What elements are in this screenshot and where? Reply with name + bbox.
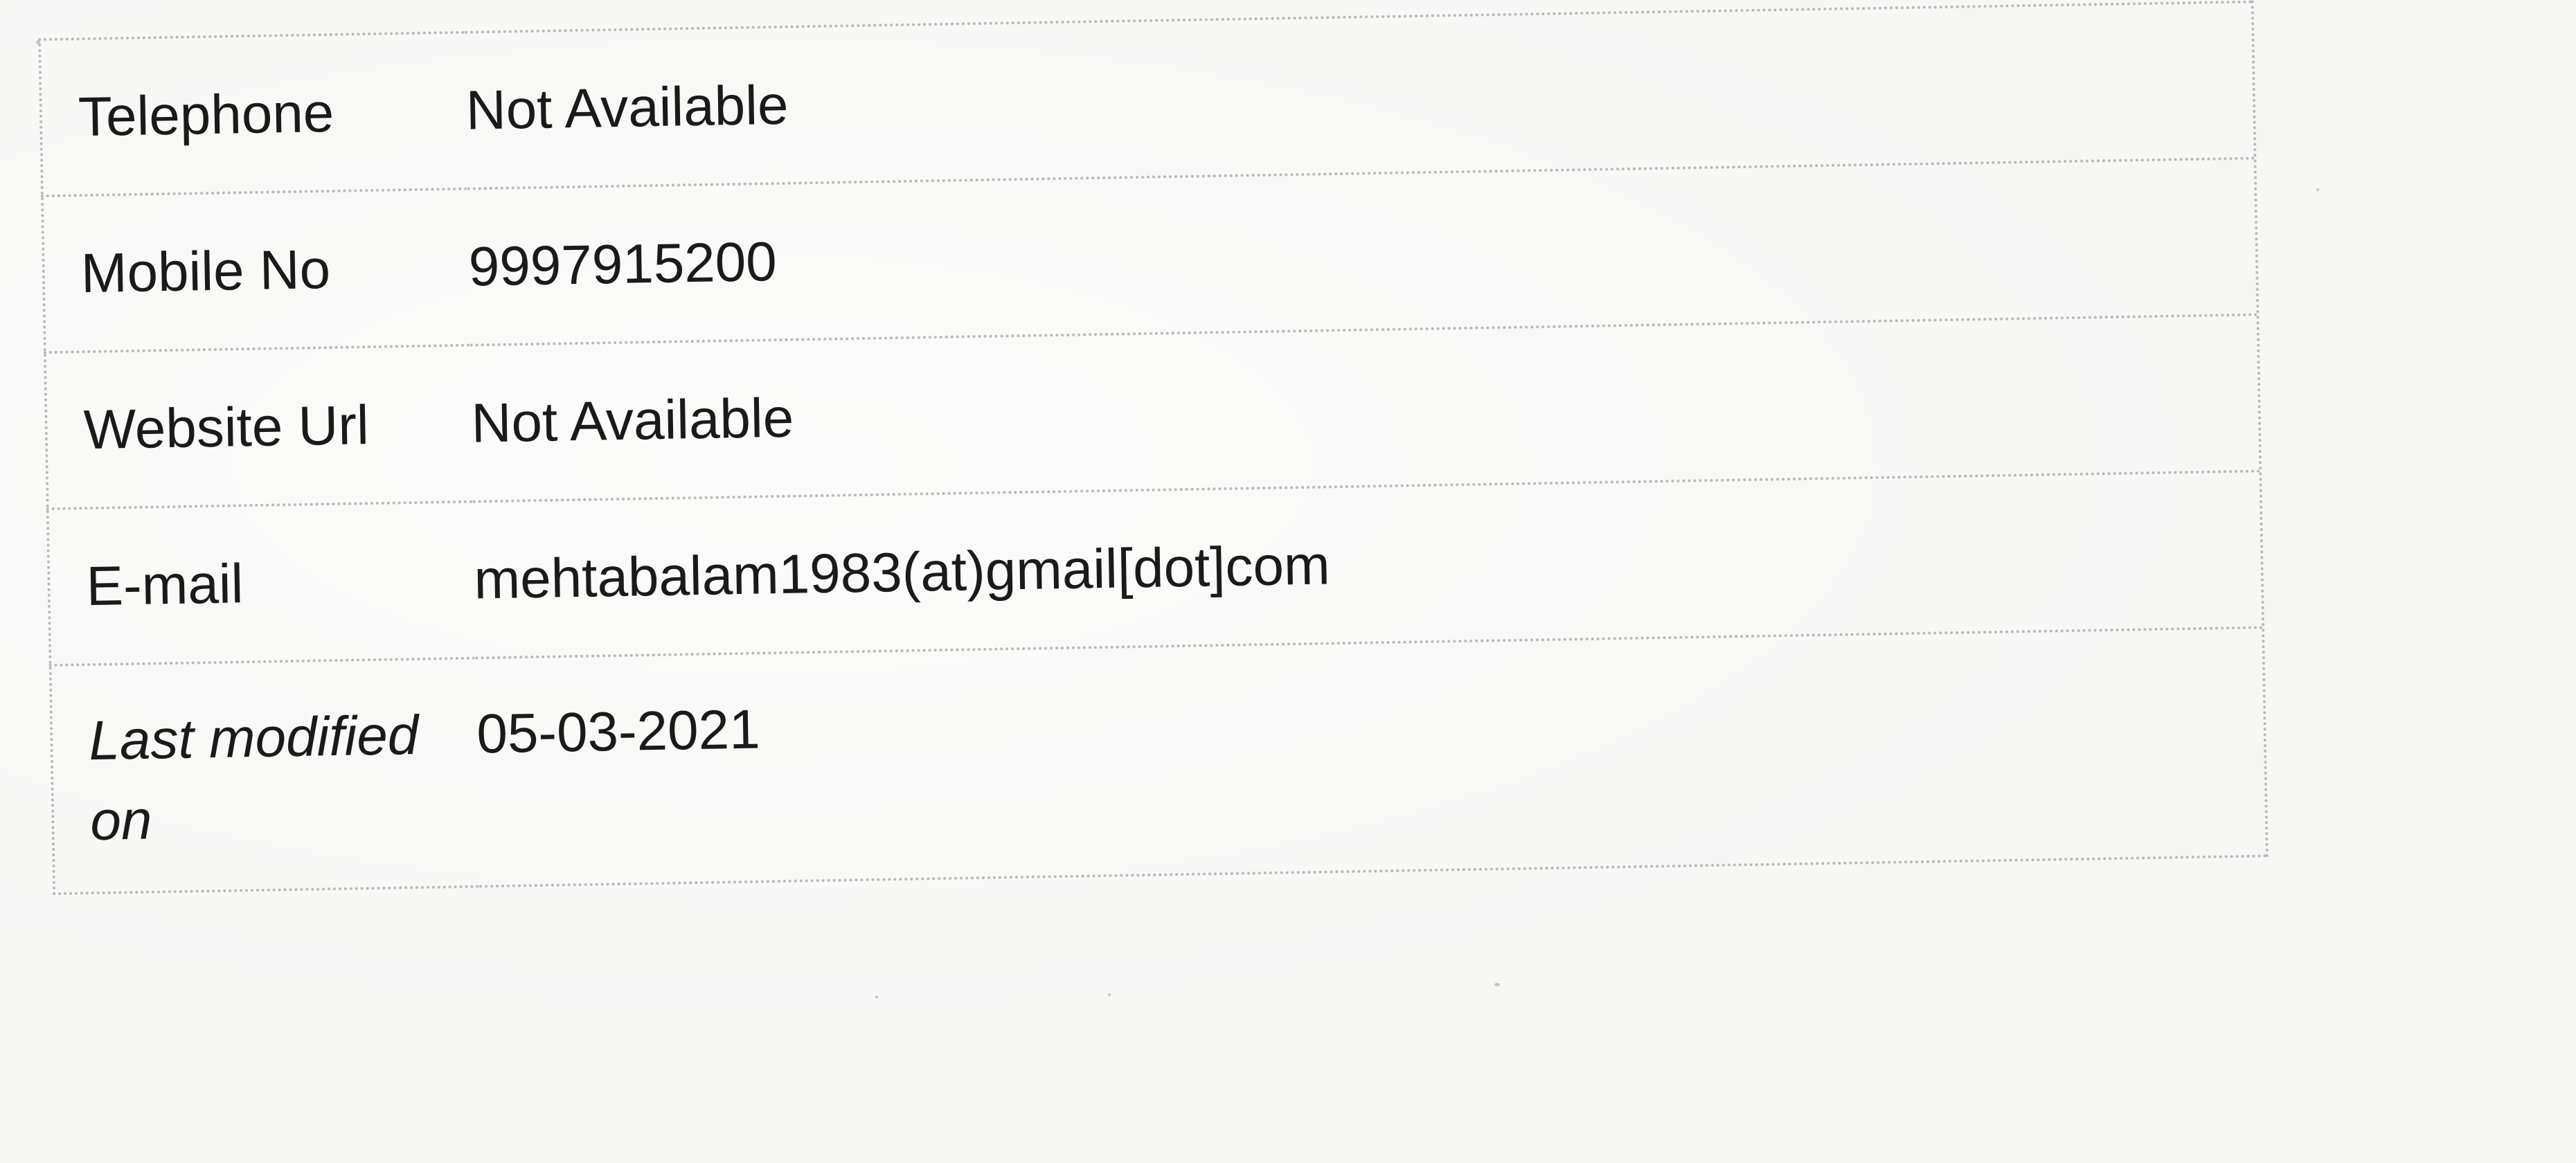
contact-details-table: Telephone Not Available Mobile No 999791… xyxy=(38,0,2269,896)
scan-speck xyxy=(875,995,878,998)
website-label: Website Url xyxy=(83,394,370,461)
email-value: mehtabalam1983(at)gmail[dot]com xyxy=(473,534,1331,611)
telephone-label: Telephone xyxy=(78,81,334,148)
scanned-page: Telephone Not Available Mobile No 999791… xyxy=(0,0,2576,1163)
mobile-label: Mobile No xyxy=(80,238,331,305)
table-row: Last modified on 05-03-2021 xyxy=(50,627,2267,894)
website-value: Not Available xyxy=(470,386,794,454)
scan-speck xyxy=(1494,983,1500,986)
mobile-value: 9997915200 xyxy=(468,231,778,298)
email-label: E-mail xyxy=(85,552,244,617)
last-modified-label: Last modified on xyxy=(88,703,419,852)
telephone-value: Not Available xyxy=(465,73,789,141)
scan-speck xyxy=(2316,188,2319,191)
scan-speck xyxy=(1108,993,1111,996)
contact-details-table-wrapper: Telephone Not Available Mobile No 999791… xyxy=(38,0,2269,966)
last-modified-value: 05-03-2021 xyxy=(476,698,761,765)
